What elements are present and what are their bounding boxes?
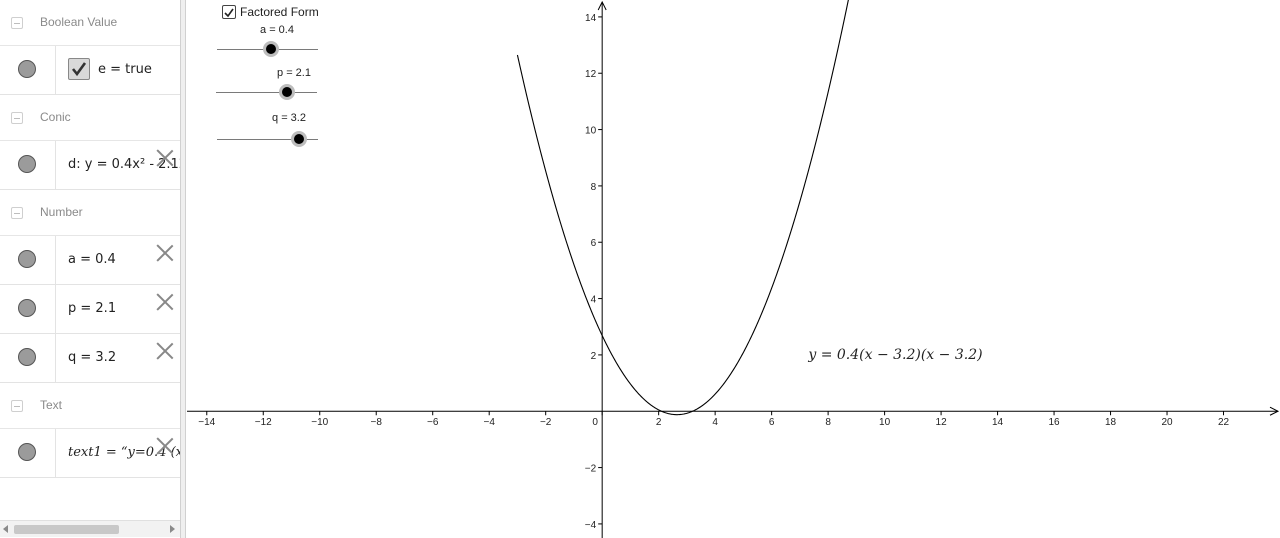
visibility-toggle[interactable] <box>0 141 56 189</box>
y-tick-label: 14 <box>585 13 597 24</box>
scroll-right-icon[interactable] <box>170 525 175 533</box>
visibility-dot-icon[interactable] <box>18 299 36 317</box>
slider-track[interactable] <box>216 92 317 93</box>
x-tick-label: −2 <box>540 417 552 428</box>
algebra-row[interactable]: text1 = “y=0.4 (x <box>0 429 180 478</box>
slider-caption: q = 3.2 <box>272 112 306 124</box>
slider-knob[interactable] <box>279 84 295 100</box>
visibility-dot-icon[interactable] <box>18 155 36 173</box>
visibility-toggle[interactable] <box>0 236 56 284</box>
algebra-row[interactable]: p = 2.1 <box>0 285 180 334</box>
group-header[interactable]: Boolean Value <box>0 0 180 46</box>
y-tick-label: 12 <box>585 69 597 80</box>
collapse-icon[interactable] <box>11 112 23 124</box>
slider-caption: p = 2.1 <box>277 67 311 79</box>
y-tick-label: 2 <box>591 351 597 362</box>
slider-knob[interactable] <box>291 131 307 147</box>
group-title: Conic <box>40 110 71 124</box>
x-tick-label: 20 <box>1161 417 1173 428</box>
boolean-label: e = true <box>98 62 152 77</box>
group-title: Number <box>40 205 83 219</box>
x-tick-label: −4 <box>483 417 495 428</box>
visibility-dot-icon[interactable] <box>18 60 36 78</box>
x-tick-label: 12 <box>936 417 948 428</box>
group-title: Boolean Value <box>40 15 118 29</box>
delete-icon[interactable] <box>156 293 174 311</box>
x-tick-label: 16 <box>1048 417 1060 428</box>
x-tick-label: 22 <box>1218 417 1230 428</box>
coordinate-plot[interactable]: −14 −12 −10 −8 −6 −4 −2 0 2 4 6 8 10 12 14 16 18 20 22 −4 −2… <box>187 0 1280 538</box>
delete-icon[interactable] <box>156 342 174 360</box>
x-tick-label: −6 <box>427 417 439 428</box>
x-tick-label: 18 <box>1105 417 1117 428</box>
scroll-left-icon[interactable] <box>3 525 8 533</box>
y-tick-label: −2 <box>585 464 597 475</box>
delete-icon[interactable] <box>156 437 174 455</box>
visibility-toggle[interactable] <box>0 334 56 382</box>
check-icon <box>71 62 87 77</box>
slider-knob[interactable] <box>263 41 279 57</box>
factored-form-check-box[interactable] <box>222 5 236 19</box>
object-definition[interactable]: a = 0.4 <box>68 252 116 267</box>
collapse-icon[interactable] <box>11 207 23 219</box>
check-icon <box>224 8 234 18</box>
graphics-view[interactable]: −14 −12 −10 −8 −6 −4 −2 0 2 4 6 8 10 12 14 16 18 20 22 −4 −2… <box>187 0 1280 538</box>
group-title: Text <box>40 398 63 412</box>
x-tick-label: −10 <box>311 417 328 428</box>
y-tick-label: 4 <box>591 295 597 306</box>
x-tick-label: 0 <box>592 417 598 428</box>
delete-icon[interactable] <box>156 149 174 167</box>
collapse-icon[interactable] <box>11 400 23 412</box>
y-tick-label: 8 <box>591 182 597 193</box>
slider-caption: a = 0.4 <box>260 24 294 36</box>
algebra-row[interactable]: q = 3.2 <box>0 334 180 383</box>
y-tick-label: 6 <box>591 238 597 249</box>
object-definition[interactable]: q = 3.2 <box>68 350 116 365</box>
x-tick-label: 2 <box>656 417 662 428</box>
y-tick-label: −4 <box>585 520 597 531</box>
visibility-toggle[interactable] <box>0 429 56 477</box>
y-tick-label: 10 <box>585 126 597 137</box>
x-tick-label: 14 <box>992 417 1004 428</box>
visibility-dot-icon[interactable] <box>18 250 36 268</box>
x-tick-label: −8 <box>371 417 383 428</box>
delete-icon[interactable] <box>156 244 174 262</box>
collapse-icon[interactable] <box>11 17 23 29</box>
boolean-checkbox[interactable] <box>68 58 90 80</box>
x-tick-label: 8 <box>825 417 831 428</box>
parabola-curve[interactable] <box>516 0 853 416</box>
x-tick-label: −14 <box>198 417 215 428</box>
group-header[interactable]: Text <box>0 383 180 429</box>
view-splitter[interactable] <box>180 0 186 538</box>
x-tick-label: 6 <box>769 417 775 428</box>
algebra-row[interactable]: e = true <box>0 46 180 95</box>
visibility-toggle[interactable] <box>0 285 56 333</box>
equation-text[interactable]: y = 0.4(x − 3.2)(x − 3.2) <box>807 347 982 363</box>
object-definition[interactable]: p = 2.1 <box>68 301 116 316</box>
algebra-view: Boolean Value e = true Conic d: y = 0.4x² -… <box>0 0 181 538</box>
visibility-dot-icon[interactable] <box>18 348 36 366</box>
x-tick-label: 10 <box>879 417 891 428</box>
algebra-row[interactable]: a = 0.4 <box>0 236 180 285</box>
visibility-dot-icon[interactable] <box>18 443 36 461</box>
horizontal-scrollbar[interactable] <box>0 520 180 537</box>
x-tick-label: 4 <box>712 417 718 428</box>
group-header[interactable]: Number <box>0 190 180 236</box>
group-header[interactable]: Conic <box>0 95 180 141</box>
scrollbar-thumb[interactable] <box>14 525 119 534</box>
factored-form-label: Factored Form <box>240 5 319 19</box>
visibility-toggle[interactable] <box>0 46 56 94</box>
algebra-row[interactable]: d: y = 0.4x² - 2.12 <box>0 141 180 190</box>
x-tick-label: −12 <box>255 417 272 428</box>
